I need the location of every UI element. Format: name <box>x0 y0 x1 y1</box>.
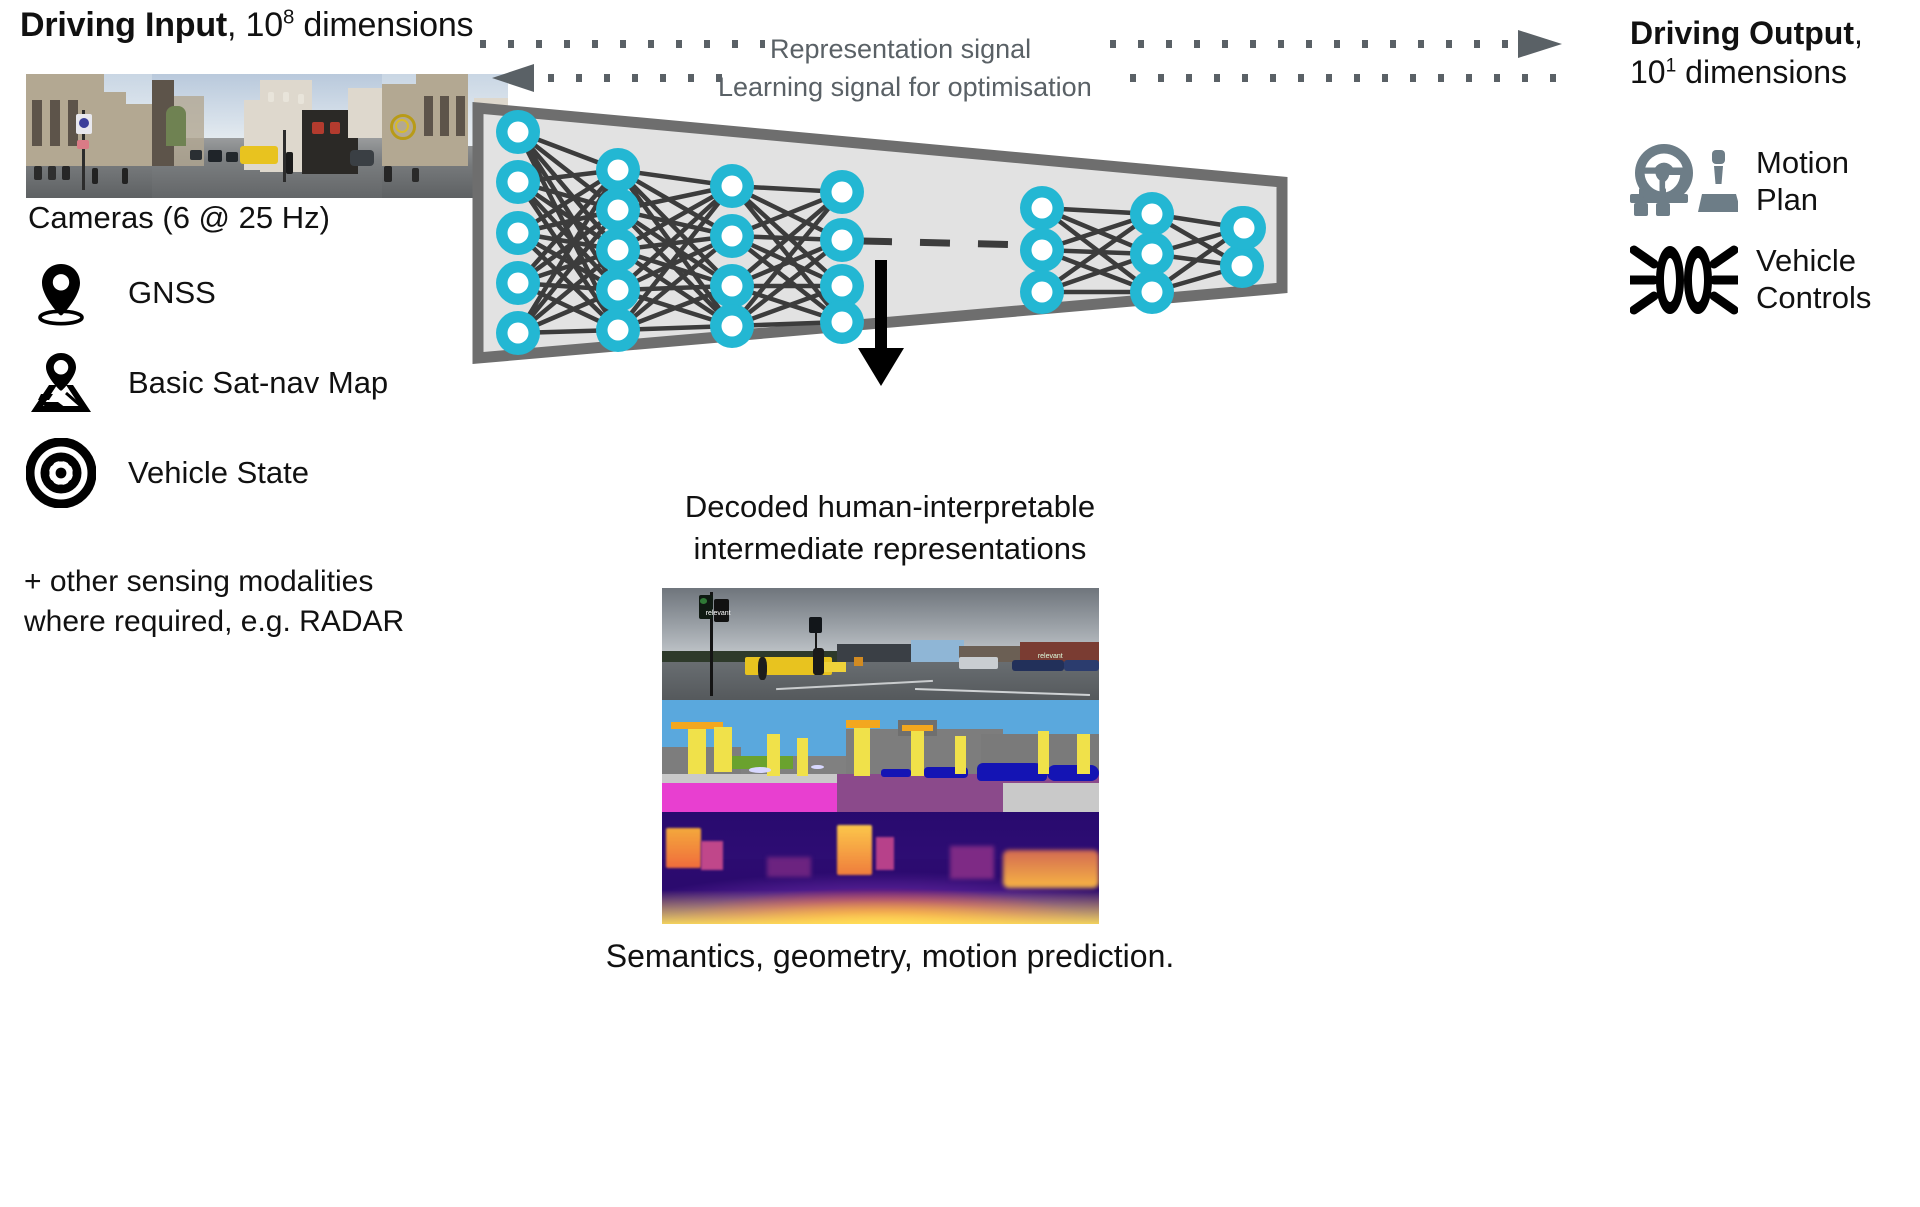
modality-row-satnav-map: Basic Sat-nav Map <box>26 348 388 418</box>
output-label-vehicle-controls: Vehicle Controls <box>1756 238 1871 316</box>
output-label-motion-plan-line2: Plan <box>1756 182 1819 218</box>
modality-label-vehicle-state: Vehicle State <box>128 455 309 490</box>
driving-output-exponent: 1 <box>1665 55 1677 77</box>
output-label-motion-plan: Motion Plan <box>1756 140 1849 218</box>
folded-map-icon <box>26 348 96 418</box>
other-modalities-line1: + other sensing modalities <box>24 565 374 598</box>
network-output-node <box>1216 200 1272 261</box>
decoder-down-arrow <box>846 260 916 395</box>
tyre-gear-icon <box>25 437 97 509</box>
decoded-image-stack: relevant relevant <box>662 588 1099 924</box>
driving-output-heading-comma: , <box>1853 15 1863 51</box>
driving-input-heading-suffix: dimensions <box>294 6 474 44</box>
network-dashed-link <box>861 237 1031 249</box>
output-label-vehicle-controls-line2: Controls <box>1756 280 1872 316</box>
driving-input-heading-bold: Driving Input <box>20 6 228 44</box>
output-row-vehicle-controls: Vehicle Controls <box>1625 238 1871 324</box>
driving-output-heading: Driving Output, 101 dimensions <box>1630 14 1863 92</box>
decoded-caption-line2: intermediate representations <box>693 530 1087 566</box>
input-camera-strip <box>26 74 508 198</box>
modality-row-vehicle-state: Vehicle State <box>25 437 309 509</box>
bottom-caption: Semantics, geometry, motion prediction. <box>605 938 1175 974</box>
driving-output-dimensions: dimensions <box>1676 54 1848 91</box>
modality-label-gnss: GNSS <box>128 275 216 310</box>
driving-output-base: 10 <box>1630 54 1666 91</box>
decoded-caption-line1: Decoded human-interpretable <box>684 489 1096 524</box>
decoded-camera-frame: relevant relevant <box>662 588 1099 700</box>
other-modalities-line2: where required, e.g. RADAR <box>24 604 405 638</box>
modality-label-satnav-map: Basic Sat-nav Map <box>128 365 389 400</box>
steering-wheel-gearstick-icon <box>1630 140 1741 226</box>
decoded-semantic-segmentation <box>662 700 1099 812</box>
diagram-canvas: Driving Input, 108 dimensions Cameras (6… <box>0 0 1920 1207</box>
camera-frame-centre <box>152 74 382 198</box>
headlights-icon <box>1625 238 1743 324</box>
representation-signal-label: Representation signal <box>770 34 1032 64</box>
location-pin-icon <box>26 258 96 328</box>
driving-input-heading: Driving Input, 108 dimensions <box>20 6 474 44</box>
decoded-depth-map <box>662 812 1099 924</box>
signal-arrows: Representation signal Learning signal fo… <box>470 14 1590 106</box>
output-label-vehicle-controls-line1: Vehicle <box>1756 243 1856 278</box>
learning-signal-label: Learning signal for optimisation <box>718 72 1092 102</box>
output-label-motion-plan-line1: Motion <box>1756 145 1850 180</box>
driving-output-heading-bold: Driving Output <box>1630 15 1854 51</box>
modality-row-gnss: GNSS <box>26 258 216 328</box>
driving-input-exponent: 8 <box>282 6 295 29</box>
cameras-caption: Cameras (6 @ 25 Hz) <box>28 200 330 235</box>
camera-frame-left <box>26 74 152 198</box>
driving-input-heading-rest: , 10 <box>227 6 283 44</box>
other-modalities-note: + other sensing modalities where require… <box>24 562 404 641</box>
decoded-caption: Decoded human-interpretable intermediate… <box>630 486 1150 569</box>
output-row-motion-plan: Motion Plan <box>1630 140 1849 226</box>
